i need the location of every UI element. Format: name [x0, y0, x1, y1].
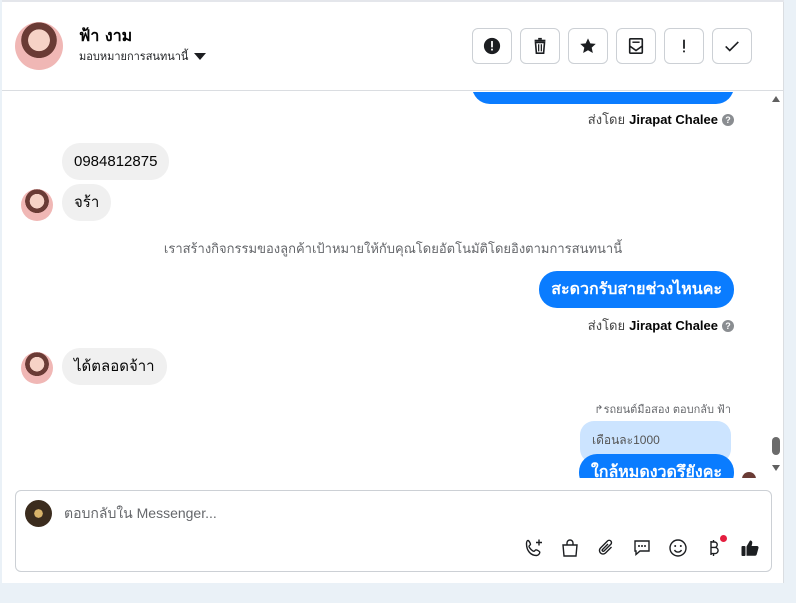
- sent-by-agent: Jirapat Chalee: [629, 318, 718, 333]
- outgoing-message[interactable]: ใกล้หมดงวดรึยังคะ: [578, 454, 734, 478]
- chat-icon[interactable]: [631, 537, 653, 559]
- sent-by-agent: Jirapat Chalee: [629, 112, 718, 127]
- trash-icon: [534, 37, 546, 55]
- done-button[interactable]: [712, 28, 752, 64]
- conversation-header: ฟ้า งาม มอบหมายการสนทนานี้: [2, 2, 784, 91]
- star-button[interactable]: [568, 28, 608, 64]
- message-thread[interactable]: ส่งโดย Jirapat Chalee ? 0984812875 จร้า …: [2, 92, 774, 478]
- contact-avatar[interactable]: [15, 22, 63, 70]
- spam-button[interactable]: [664, 28, 704, 64]
- incoming-message[interactable]: จร้า: [62, 184, 112, 221]
- baht-icon[interactable]: [703, 535, 727, 559]
- reply-header: ↱รถยนต์มือสอง ตอบกลับ ฟ้า: [594, 404, 731, 416]
- conversation-panel: ฟ้า งาม มอบหมายการสนทนานี้ ส่งโดย Jirapa: [2, 0, 784, 583]
- exclamation-icon: [683, 39, 685, 53]
- scroll-thumb[interactable]: [772, 437, 780, 455]
- reply-composer: [15, 490, 772, 572]
- incoming-message[interactable]: 0984812875: [62, 143, 170, 180]
- caret-down-icon: [194, 52, 207, 60]
- incoming-message[interactable]: ได้ตลอดจ้าา: [62, 348, 167, 385]
- contact-avatar-small: [21, 189, 53, 221]
- quoted-text: เดือนละ1000: [592, 433, 660, 447]
- sent-by-label: ส่งโดย Jirapat Chalee ?: [588, 315, 734, 336]
- exclamation-circle-icon: [483, 37, 501, 55]
- contact-name[interactable]: ฟ้า งาม: [79, 24, 132, 49]
- emoji-icon[interactable]: [667, 537, 689, 559]
- system-message: เราสร้างกิจกรรมของลูกค้าเป้าหมายให้กับคุ…: [163, 241, 623, 256]
- sent-by-label: ส่งโดย Jirapat Chalee ?: [588, 109, 734, 130]
- sent-by-prefix: ส่งโดย: [587, 112, 626, 127]
- sent-by-prefix: ส่งโดย: [587, 318, 626, 333]
- assign-conversation-dropdown[interactable]: มอบหมายการสนทนานี้: [79, 47, 207, 65]
- composer-toolbar: [523, 535, 761, 559]
- notification-dot: [720, 535, 727, 542]
- page-avatar: [25, 500, 52, 527]
- assign-label: มอบหมายการสนทนานี้: [79, 50, 189, 63]
- help-icon[interactable]: ?: [722, 319, 734, 332]
- thread-scrollbar[interactable]: [772, 92, 784, 478]
- shopping-bag-icon[interactable]: [559, 537, 581, 559]
- reply-input[interactable]: [64, 505, 744, 521]
- thumbs-up-icon[interactable]: [739, 537, 761, 559]
- paperclip-icon[interactable]: [595, 537, 617, 559]
- message-bubble-partial[interactable]: [472, 92, 734, 104]
- help-icon[interactable]: ?: [722, 113, 734, 126]
- delete-button[interactable]: [520, 28, 560, 64]
- outgoing-message[interactable]: สะดวกรับสายช่วงไหนคะ: [539, 271, 734, 308]
- seen-avatar: [742, 472, 756, 478]
- report-button[interactable]: [472, 28, 512, 64]
- scroll-up-arrow-icon[interactable]: [772, 96, 780, 102]
- scroll-down-arrow-icon[interactable]: [772, 465, 780, 471]
- phone-add-icon[interactable]: [523, 537, 545, 559]
- mark-unread-button[interactable]: [616, 28, 656, 64]
- envelope-icon: [628, 37, 644, 55]
- check-icon: [725, 41, 739, 52]
- star-icon: [580, 38, 596, 54]
- contact-avatar-small: [21, 352, 53, 384]
